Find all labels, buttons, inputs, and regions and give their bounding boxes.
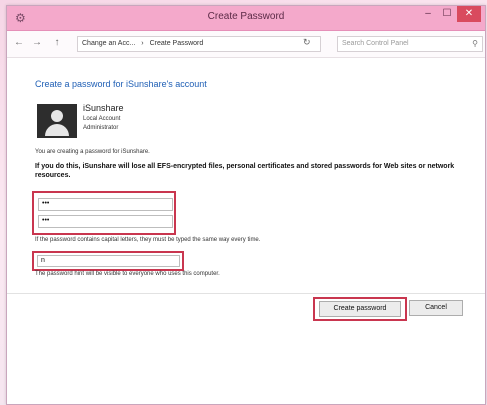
back-button[interactable]: ← [13, 37, 25, 49]
minimize-button[interactable]: – [419, 6, 437, 22]
create-password-button[interactable]: Create password [319, 301, 401, 317]
search-icon[interactable]: ⚲ [472, 37, 478, 51]
up-button[interactable]: ↑ [51, 37, 63, 49]
divider [7, 293, 485, 294]
user-avatar [37, 104, 77, 138]
breadcrumb-separator-icon: › [141, 40, 144, 47]
search-placeholder: Search Control Panel [342, 40, 409, 47]
password-hint-field[interactable]: n [37, 255, 180, 267]
window-title: Create Password [207, 11, 285, 22]
warning-text: If you do this, iSunshare will lose all … [35, 163, 455, 179]
password-fields-highlight: ••• ••• [32, 191, 176, 235]
create-password-window: ⚙ Create Password – ☐ ✕ ← → ↑ Change an … [6, 5, 486, 405]
hint-field-highlight: n [32, 251, 184, 271]
user-name: iSunshare [83, 103, 124, 113]
address-bar: ← → ↑ Change an Acc... › Create Password… [7, 31, 485, 58]
breadcrumb-item-create-password[interactable]: Create Password [150, 40, 204, 47]
capital-letters-note: If the password contains capital letters… [35, 237, 261, 243]
forward-button[interactable]: → [31, 37, 43, 49]
breadcrumb[interactable]: Change an Acc... › Create Password [77, 36, 321, 52]
refresh-button[interactable]: ↻ [303, 37, 311, 48]
creating-text: You are creating a password for iSunshar… [35, 149, 150, 155]
window-controls: – ☐ ✕ [418, 6, 481, 24]
cancel-button[interactable]: Cancel [409, 300, 463, 316]
new-password-field[interactable]: ••• [38, 198, 173, 211]
maximize-button[interactable]: ☐ [438, 6, 456, 22]
user-role: Administrator [83, 125, 119, 131]
search-input[interactable]: Search Control Panel ⚲ [337, 36, 483, 52]
close-button[interactable]: ✕ [457, 6, 481, 22]
page-title: Create a password for iSunshare's accoun… [35, 79, 207, 89]
title-bar: ⚙ Create Password – ☐ ✕ [7, 6, 485, 31]
breadcrumb-item-change-account[interactable]: Change an Acc... [82, 40, 135, 47]
hint-visibility-note: The password hint will be visible to eve… [35, 271, 220, 277]
main-content: Create a password for iSunshare's accoun… [7, 57, 485, 404]
confirm-password-field[interactable]: ••• [38, 215, 173, 228]
create-button-highlight: Create password [313, 297, 407, 321]
user-account-type: Local Account [83, 116, 121, 122]
